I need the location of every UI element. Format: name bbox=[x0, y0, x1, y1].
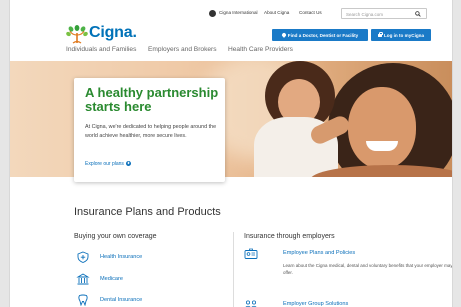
health-insurance-label: Health Insurance bbox=[100, 254, 143, 260]
contact-us-link[interactable]: Contact Us bbox=[299, 10, 322, 15]
dental-insurance-label: Dental Insurance bbox=[100, 297, 143, 303]
employer-group-solutions-label: Employer Group Solutions bbox=[283, 301, 349, 307]
employer-insurance-heading: Insurance through employers bbox=[244, 233, 335, 240]
search-box bbox=[341, 8, 427, 19]
hero-woman-smile bbox=[366, 141, 398, 151]
cigna-international-link[interactable]: Cigna International bbox=[219, 10, 258, 15]
medicare-link[interactable]: Medicare bbox=[76, 273, 226, 287]
about-cigna-link[interactable]: About Cigna bbox=[264, 10, 289, 15]
plans-section-title: Insurance Plans and Products bbox=[74, 206, 221, 218]
building-icon bbox=[76, 273, 90, 285]
own-coverage-heading: Buying your own coverage bbox=[74, 233, 157, 240]
medicare-label: Medicare bbox=[100, 276, 124, 282]
globe-icon bbox=[209, 10, 216, 17]
search-icon[interactable] bbox=[415, 10, 421, 17]
search-input[interactable] bbox=[346, 10, 408, 18]
utility-bar: Cigna International About Cigna Contact … bbox=[10, 8, 452, 20]
lock-icon bbox=[377, 32, 384, 38]
hero-woman-face bbox=[348, 87, 416, 169]
employee-plans-link[interactable]: Employee Plans and Policies Learn about … bbox=[244, 248, 452, 288]
tooth-icon bbox=[78, 294, 88, 306]
nav-employers-brokers[interactable]: Employers and Brokers bbox=[148, 46, 217, 53]
employer-group-solutions-link[interactable]: Employer Group Solutions bbox=[244, 299, 444, 307]
group-icon bbox=[245, 300, 257, 307]
hero-card: A healthy partnership starts here At Cig… bbox=[74, 78, 225, 182]
health-insurance-link[interactable]: Health Insurance bbox=[76, 251, 226, 265]
find-doctor-button[interactable]: Find a Doctor, Dentist or Facility bbox=[272, 29, 368, 41]
explore-plans-link[interactable]: Explore our plans bbox=[85, 160, 131, 167]
find-doctor-label: Find a Doctor, Dentist or Facility bbox=[287, 32, 359, 38]
tree-of-life-icon bbox=[66, 25, 88, 44]
nav-individuals-families[interactable]: Individuals and Families bbox=[66, 46, 136, 53]
shield-health-icon bbox=[77, 251, 89, 263]
logo-wordmark: Cigna. bbox=[89, 24, 137, 41]
dental-insurance-link[interactable]: Dental Insurance bbox=[76, 294, 226, 307]
column-divider bbox=[233, 232, 234, 307]
cigna-logo[interactable]: Cigna. bbox=[66, 24, 148, 44]
id-card-icon bbox=[244, 248, 258, 259]
login-label: Log in to myCigna bbox=[383, 32, 425, 38]
location-pin-icon bbox=[280, 32, 287, 38]
arrow-right-circle-icon bbox=[125, 160, 131, 166]
hero-description: At Cigna, we're dedicated to helping peo… bbox=[85, 124, 217, 139]
nav-health-care-providers[interactable]: Health Care Providers bbox=[228, 46, 293, 53]
employee-plans-label: Employee Plans and Policies bbox=[283, 250, 356, 256]
employee-plans-description: Learn about the Cigna medical, dental an… bbox=[283, 263, 452, 275]
hero-title: A healthy partnership starts here bbox=[85, 85, 219, 114]
explore-plans-label: Explore our plans bbox=[85, 161, 124, 167]
login-button[interactable]: Log in to myCigna bbox=[371, 29, 431, 41]
page: Cigna International About Cigna Contact … bbox=[10, 0, 452, 307]
